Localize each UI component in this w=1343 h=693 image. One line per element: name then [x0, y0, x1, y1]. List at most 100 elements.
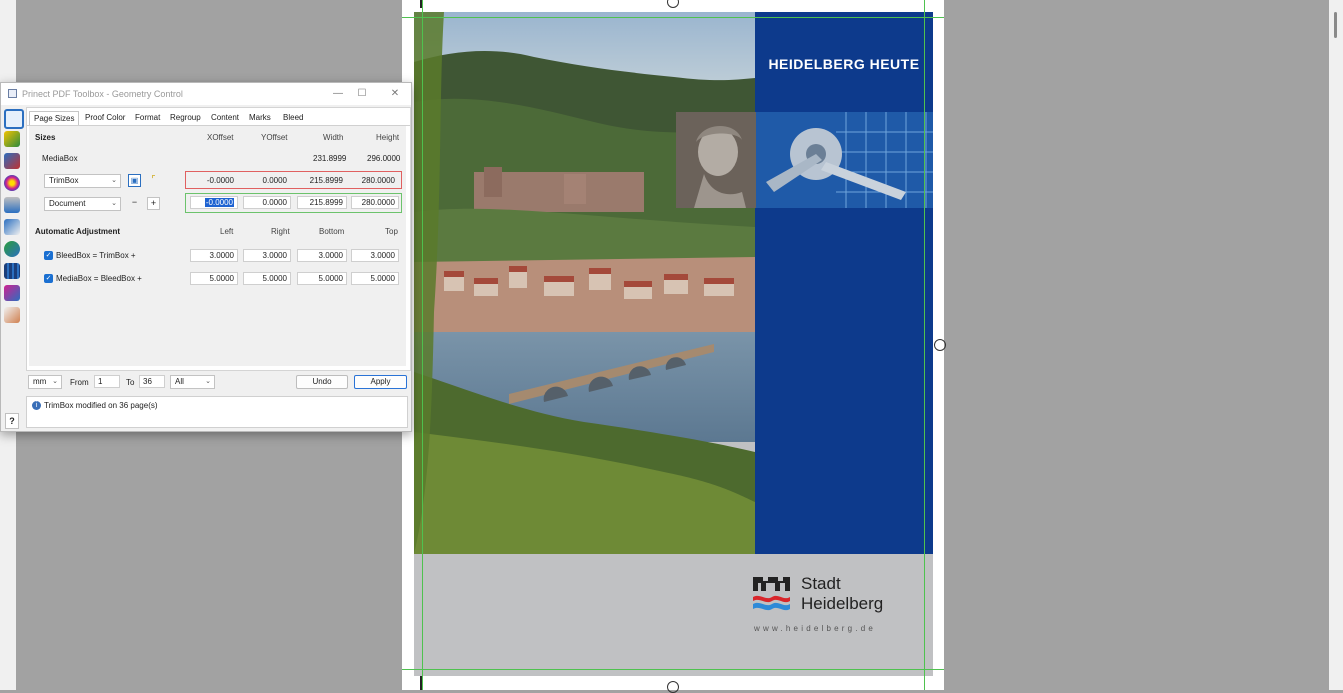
page-range-value: All: [175, 377, 184, 386]
mediabox-bottom[interactable]: 5.0000: [297, 272, 347, 285]
chevron-down-icon: ⌄: [52, 378, 58, 385]
registration-mark: [667, 681, 679, 693]
reference-select[interactable]: Document ⌄: [44, 197, 121, 211]
layers-tool-icon[interactable]: [4, 197, 20, 213]
tab-marks[interactable]: Marks: [245, 111, 275, 125]
document-xoffset[interactable]: -0.0000: [190, 196, 238, 209]
bleedbox-label: BleedBox = TrimBox +: [56, 251, 136, 260]
registration-mark: [934, 339, 946, 351]
apply-button[interactable]: Apply: [354, 375, 407, 389]
inspect-tool-icon[interactable]: [4, 219, 20, 235]
mediabox-checkbox[interactable]: ✓: [44, 274, 53, 283]
tab-proof-color[interactable]: Proof Color: [81, 111, 129, 125]
proof-color-icon[interactable]: [4, 175, 20, 191]
bleedbox-bottom[interactable]: 3.0000: [297, 249, 347, 262]
minus-button[interactable]: −: [128, 197, 141, 210]
bleedbox-left[interactable]: 3.0000: [190, 249, 238, 262]
from-input[interactable]: 1: [94, 375, 120, 388]
unit-select[interactable]: mm ⌄: [28, 375, 62, 389]
to-input[interactable]: 36: [139, 375, 165, 388]
separation-tool-icon[interactable]: [4, 241, 20, 257]
right-guide-line: [924, 0, 925, 690]
minimize-button[interactable]: —: [326, 86, 350, 102]
app-icon: [8, 89, 17, 98]
tab-regroup[interactable]: Regroup: [166, 111, 205, 125]
preflight-tool-icon[interactable]: [4, 131, 20, 147]
from-label: From: [70, 378, 89, 387]
page-sizes-panel: Sizes XOffset YOffset Width Height Media…: [29, 126, 406, 366]
geometry-tool-icon[interactable]: [4, 109, 24, 129]
chevron-down-icon: ⌄: [111, 177, 117, 184]
sizes-heading: Sizes: [35, 133, 56, 142]
technical-image: [756, 112, 933, 208]
width-header: Width: [323, 133, 344, 142]
logo-text-line1: Stadt: [801, 574, 841, 593]
edit-tool-icon[interactable]: [4, 307, 20, 323]
info-icon: i: [32, 401, 41, 410]
status-area: i TrimBox modified on 36 page(s): [26, 396, 408, 428]
box-type-value: TrimBox: [49, 176, 79, 185]
chevron-down-icon: ⌄: [205, 378, 211, 385]
tab-page-sizes[interactable]: Page Sizes: [29, 111, 80, 126]
bleedbox-top[interactable]: 3.0000: [351, 249, 399, 262]
bottom-header: Bottom: [319, 227, 345, 236]
bottom-guide-line: [402, 669, 944, 670]
crop-mark: [420, 676, 422, 690]
document-yoffset[interactable]: 0.0000: [243, 196, 291, 209]
logo-text-line2: Heidelberg: [801, 594, 884, 613]
chevron-down-icon: ⌄: [111, 200, 117, 207]
mediabox-width: 231.8999: [313, 154, 347, 163]
search-tool-icon[interactable]: [4, 285, 20, 301]
cover-blue-panel: [755, 12, 933, 554]
undo-button[interactable]: Undo: [296, 375, 348, 389]
page-range-select[interactable]: All ⌄: [170, 375, 215, 389]
document-height[interactable]: 280.0000: [351, 196, 399, 209]
maximize-button[interactable]: ☐: [350, 86, 374, 102]
right-header: Right: [271, 227, 290, 236]
tool-strip: [1, 105, 24, 345]
tab-content[interactable]: Content: [207, 111, 243, 125]
document-xoffset-text: -0.0000: [204, 198, 234, 207]
top-header: Top: [385, 227, 398, 236]
mediabox-top[interactable]: 5.0000: [351, 272, 399, 285]
status-message: TrimBox modified on 36 page(s): [44, 401, 158, 410]
height-header: Height: [376, 133, 400, 142]
tab-container: Page Sizes Proof Color Format Regroup Co…: [26, 107, 411, 371]
trimbox-width[interactable]: 215.8999: [297, 174, 347, 187]
cover-title: HEIDELBERG HEUTE: [768, 56, 920, 72]
document-width[interactable]: 215.8999: [297, 196, 347, 209]
grid-tool-icon[interactable]: [4, 263, 20, 279]
mediabox-label: MediaBox: [42, 154, 78, 163]
to-label: To: [126, 378, 135, 387]
trimbox-yoffset[interactable]: 0.0000: [243, 174, 291, 187]
heidelberg-photo: [414, 12, 755, 554]
plus-button[interactable]: +: [147, 197, 160, 210]
box-type-select[interactable]: TrimBox ⌄: [44, 174, 121, 188]
window-title: Prinect PDF Toolbox - Geometry Control: [22, 89, 183, 99]
left-header: Left: [220, 227, 234, 236]
dialog-titlebar[interactable]: Prinect PDF Toolbox - Geometry Control —…: [1, 83, 411, 105]
xoffset-header: XOffset: [207, 133, 234, 142]
color-tool-icon[interactable]: [4, 153, 20, 169]
scrollbar-thumb[interactable]: [1334, 12, 1337, 38]
close-button[interactable]: ✕: [383, 86, 407, 102]
bleedbox-right[interactable]: 3.0000: [243, 249, 291, 262]
top-guide-line: [402, 17, 944, 18]
mediabox-adjust-label: MediaBox = BleedBox +: [56, 274, 142, 283]
vertical-scrollbar[interactable]: [1329, 0, 1343, 690]
crop-mark: [420, 0, 422, 8]
help-button[interactable]: ?: [5, 413, 19, 429]
corner-icon[interactable]: ⌜: [147, 174, 160, 187]
bleedbox-checkbox[interactable]: ✓: [44, 251, 53, 260]
statue-image: [676, 112, 756, 208]
mediabox-left[interactable]: 5.0000: [190, 272, 238, 285]
trimbox-xoffset[interactable]: -0.0000: [190, 174, 238, 187]
mediabox-height: 296.0000: [367, 154, 401, 163]
tab-bleed[interactable]: Bleed: [279, 111, 307, 125]
unit-value: mm: [33, 377, 47, 386]
select-box-icon[interactable]: ▣: [128, 174, 141, 187]
tab-format[interactable]: Format: [131, 111, 164, 125]
mediabox-right[interactable]: 5.0000: [243, 272, 291, 285]
left-guide-line: [422, 0, 423, 690]
trimbox-height[interactable]: 280.0000: [351, 174, 399, 187]
